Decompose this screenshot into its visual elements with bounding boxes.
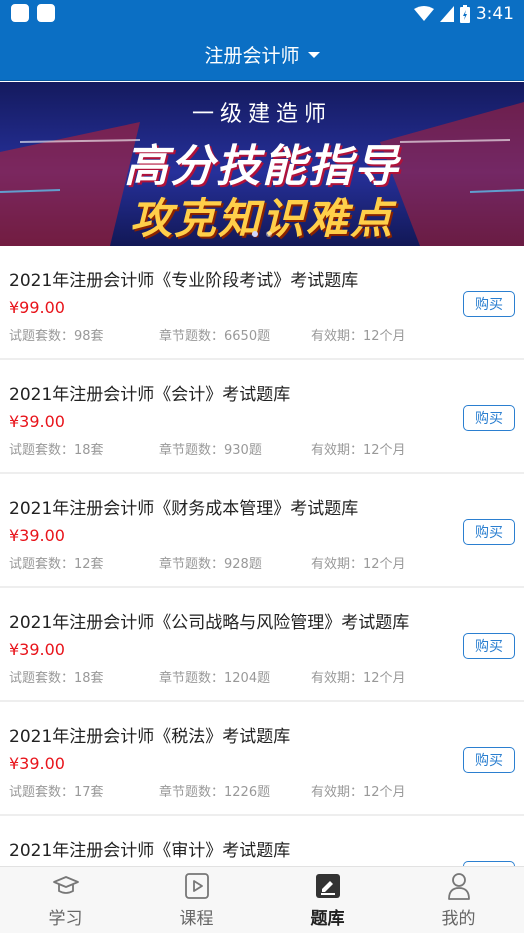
product-title[interactable]: 2021年注册会计师《税法》考试题库 (9, 722, 290, 747)
list-item[interactable]: 2021年注册会计师《公司战略与风险管理》考试题库 ¥39.00 试题套数：18… (0, 588, 524, 700)
product-title[interactable]: 2021年注册会计师《审计》考试题库 (9, 836, 290, 861)
exam-selector-title[interactable]: 注册会计师 (204, 41, 299, 68)
cellular-signal-icon (439, 6, 454, 22)
banner-pagination (0, 231, 524, 237)
user-profile-icon (447, 871, 471, 901)
product-title[interactable]: 2021年注册会计师《专业阶段考试》考试题库 (9, 266, 358, 291)
dropdown-caret-icon[interactable] (307, 52, 320, 58)
tab-study[interactable]: 学习 (0, 867, 131, 933)
validity-period: 有效期：12个月 (311, 443, 406, 458)
product-price: ¥39.00 (9, 412, 65, 431)
product-title[interactable]: 2021年注册会计师《会计》考试题库 (9, 380, 290, 405)
tab-label: 学习 (48, 909, 83, 929)
list-item[interactable]: 2021年注册会计师《专业阶段考试》考试题库 ¥99.00 试题套数：98套 章… (0, 246, 524, 358)
product-price: ¥39.00 (9, 754, 65, 773)
play-video-icon (184, 871, 210, 901)
question-bank-icon (315, 871, 341, 901)
promo-banner[interactable]: 一级建造师 高分技能指导 攻克知识难点 (0, 82, 524, 246)
wifi-icon (413, 6, 434, 21)
question-set-count: 试题套数：98套 (9, 329, 104, 344)
battery-icon (459, 5, 470, 23)
notification-icon (11, 4, 29, 22)
product-price: ¥39.00 (9, 640, 65, 659)
chapter-question-count: 章节题数：6650题 (159, 329, 271, 344)
chapter-question-count: 章节题数：930题 (159, 443, 262, 458)
chapter-question-count: 章节题数：1226题 (159, 785, 271, 800)
list-item[interactable]: 2021年注册会计师《审计》考试题库 (0, 816, 524, 866)
product-price: ¥99.00 (9, 298, 65, 317)
question-set-count: 试题套数：12套 (9, 557, 104, 572)
product-price: ¥39.00 (9, 526, 65, 545)
tab-label: 课程 (179, 909, 214, 929)
pagination-dot[interactable] (252, 231, 258, 237)
validity-period: 有效期：12个月 (311, 785, 406, 800)
product-title[interactable]: 2021年注册会计师《公司战略与风险管理》考试题库 (9, 608, 409, 633)
buy-button[interactable]: 购买 (463, 405, 515, 431)
banner-subtitle: 一级建造师 (191, 102, 332, 127)
bottom-tab-bar: 学习 课程 题库 我的 (0, 866, 524, 933)
question-bank-list[interactable]: 2021年注册会计师《专业阶段考试》考试题库 ¥99.00 试题套数：98套 章… (0, 246, 524, 866)
buy-button[interactable]: 购买 (463, 519, 515, 545)
validity-period: 有效期：12个月 (311, 671, 406, 686)
buy-button[interactable]: 购买 (463, 291, 515, 317)
tab-mine[interactable]: 我的 (393, 867, 524, 933)
tab-question-bank[interactable]: 题库 (262, 867, 393, 933)
list-item[interactable]: 2021年注册会计师《税法》考试题库 ¥39.00 试题套数：17套 章节题数：… (0, 702, 524, 814)
clock-time: 3:41 (475, 4, 514, 24)
buy-button[interactable]: 购买 (463, 747, 515, 773)
notification-icon (37, 4, 55, 22)
tab-label: 题库 (310, 909, 345, 929)
chapter-question-count: 章节题数：1204题 (159, 671, 271, 686)
validity-period: 有效期：12个月 (311, 557, 406, 572)
tab-label: 我的 (441, 909, 476, 929)
chapter-question-count: 章节题数：928题 (159, 557, 262, 572)
app-header[interactable]: 注册会计师 (0, 28, 524, 81)
graduation-cap-icon (52, 871, 80, 901)
status-icons: 3:41 (413, 2, 514, 26)
status-bar: 3:41 (0, 0, 524, 28)
pagination-dot[interactable] (266, 231, 272, 237)
question-set-count: 试题套数：18套 (9, 443, 104, 458)
buy-button[interactable]: 购买 (463, 633, 515, 659)
list-item[interactable]: 2021年注册会计师《会计》考试题库 ¥39.00 试题套数：18套 章节题数：… (0, 360, 524, 472)
list-item[interactable]: 2021年注册会计师《财务成本管理》考试题库 ¥39.00 试题套数：12套 章… (0, 474, 524, 586)
tab-courses[interactable]: 课程 (131, 867, 262, 933)
question-set-count: 试题套数：18套 (9, 671, 104, 686)
question-set-count: 试题套数：17套 (9, 785, 104, 800)
validity-period: 有效期：12个月 (311, 329, 406, 344)
product-title[interactable]: 2021年注册会计师《财务成本管理》考试题库 (9, 494, 358, 519)
